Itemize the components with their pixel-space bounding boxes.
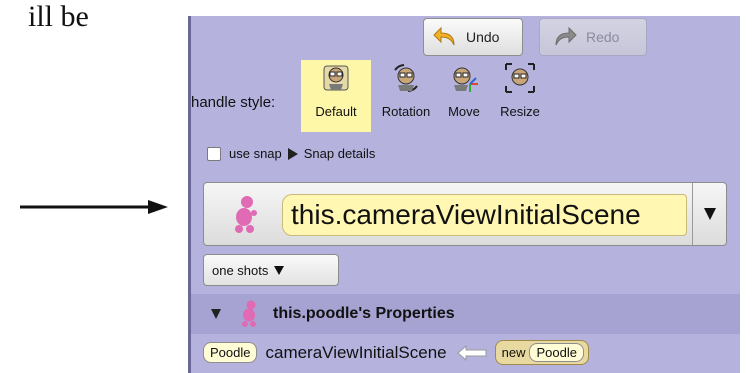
- expand-triangle-icon[interactable]: [287, 147, 298, 160]
- scene-editor-panel: Undo Redo handle style: Default Rotation: [188, 16, 740, 373]
- handle-option-rotation-label: Rotation: [381, 104, 431, 119]
- handle-style-label: handle style:: [191, 94, 276, 111]
- resize-handle-icon: [505, 63, 535, 93]
- handle-option-resize-label: Resize: [500, 104, 540, 119]
- default-handle-icon: [323, 65, 349, 91]
- handle-option-resize[interactable]: Resize: [491, 60, 549, 132]
- handle-option-default-label: Default: [315, 104, 357, 119]
- redo-arrow-icon: [555, 26, 577, 46]
- snap-details-label[interactable]: Snap details: [304, 146, 376, 161]
- property-row: Poodle cameraViewInitialScene new Poodle: [203, 340, 589, 365]
- collapse-triangle-icon[interactable]: [211, 309, 221, 319]
- document-text-fragment: ill be: [28, 0, 89, 33]
- undo-arrow-icon: [433, 26, 455, 46]
- new-instance-expression[interactable]: new Poodle: [494, 340, 589, 365]
- new-type-tag[interactable]: Poodle: [529, 343, 584, 362]
- expression-dropdown-arrow[interactable]: [692, 183, 726, 245]
- handle-option-move-label: Move: [448, 104, 480, 119]
- dropdown-triangle-icon: [274, 265, 285, 275]
- expression-dropdown[interactable]: this.cameraViewInitialScene: [203, 182, 727, 246]
- assignment-arrow-icon: [456, 344, 487, 361]
- undo-button[interactable]: Undo: [423, 18, 523, 56]
- redo-button[interactable]: Redo: [539, 18, 647, 56]
- properties-header[interactable]: this.poodle's Properties: [191, 294, 740, 334]
- handle-option-rotation[interactable]: Rotation: [375, 60, 437, 132]
- expression-value[interactable]: this.cameraViewInitialScene: [282, 194, 687, 236]
- redo-label: Redo: [586, 29, 620, 45]
- poodle-icon: [242, 300, 256, 327]
- use-snap-label: use snap: [229, 146, 282, 161]
- one-shots-button[interactable]: one shots: [203, 254, 339, 286]
- undo-label: Undo: [466, 29, 500, 45]
- dropdown-triangle-icon: [703, 208, 716, 220]
- pointer-arrow: [20, 200, 168, 214]
- move-handle-icon: [453, 67, 478, 92]
- new-keyword: new: [501, 345, 526, 360]
- property-type-tag[interactable]: Poodle: [203, 342, 258, 363]
- handle-option-move[interactable]: Move: [441, 60, 487, 132]
- one-shots-label: one shots: [212, 262, 269, 278]
- rotation-handle-icon: [394, 64, 418, 92]
- property-name: cameraViewInitialScene: [265, 342, 447, 362]
- use-snap-checkbox[interactable]: [207, 146, 221, 161]
- poodle-icon: [235, 196, 257, 233]
- snap-row: use snap Snap details: [207, 146, 375, 161]
- handle-option-default[interactable]: Default: [301, 60, 371, 132]
- properties-title: this.poodle's Properties: [273, 305, 455, 322]
